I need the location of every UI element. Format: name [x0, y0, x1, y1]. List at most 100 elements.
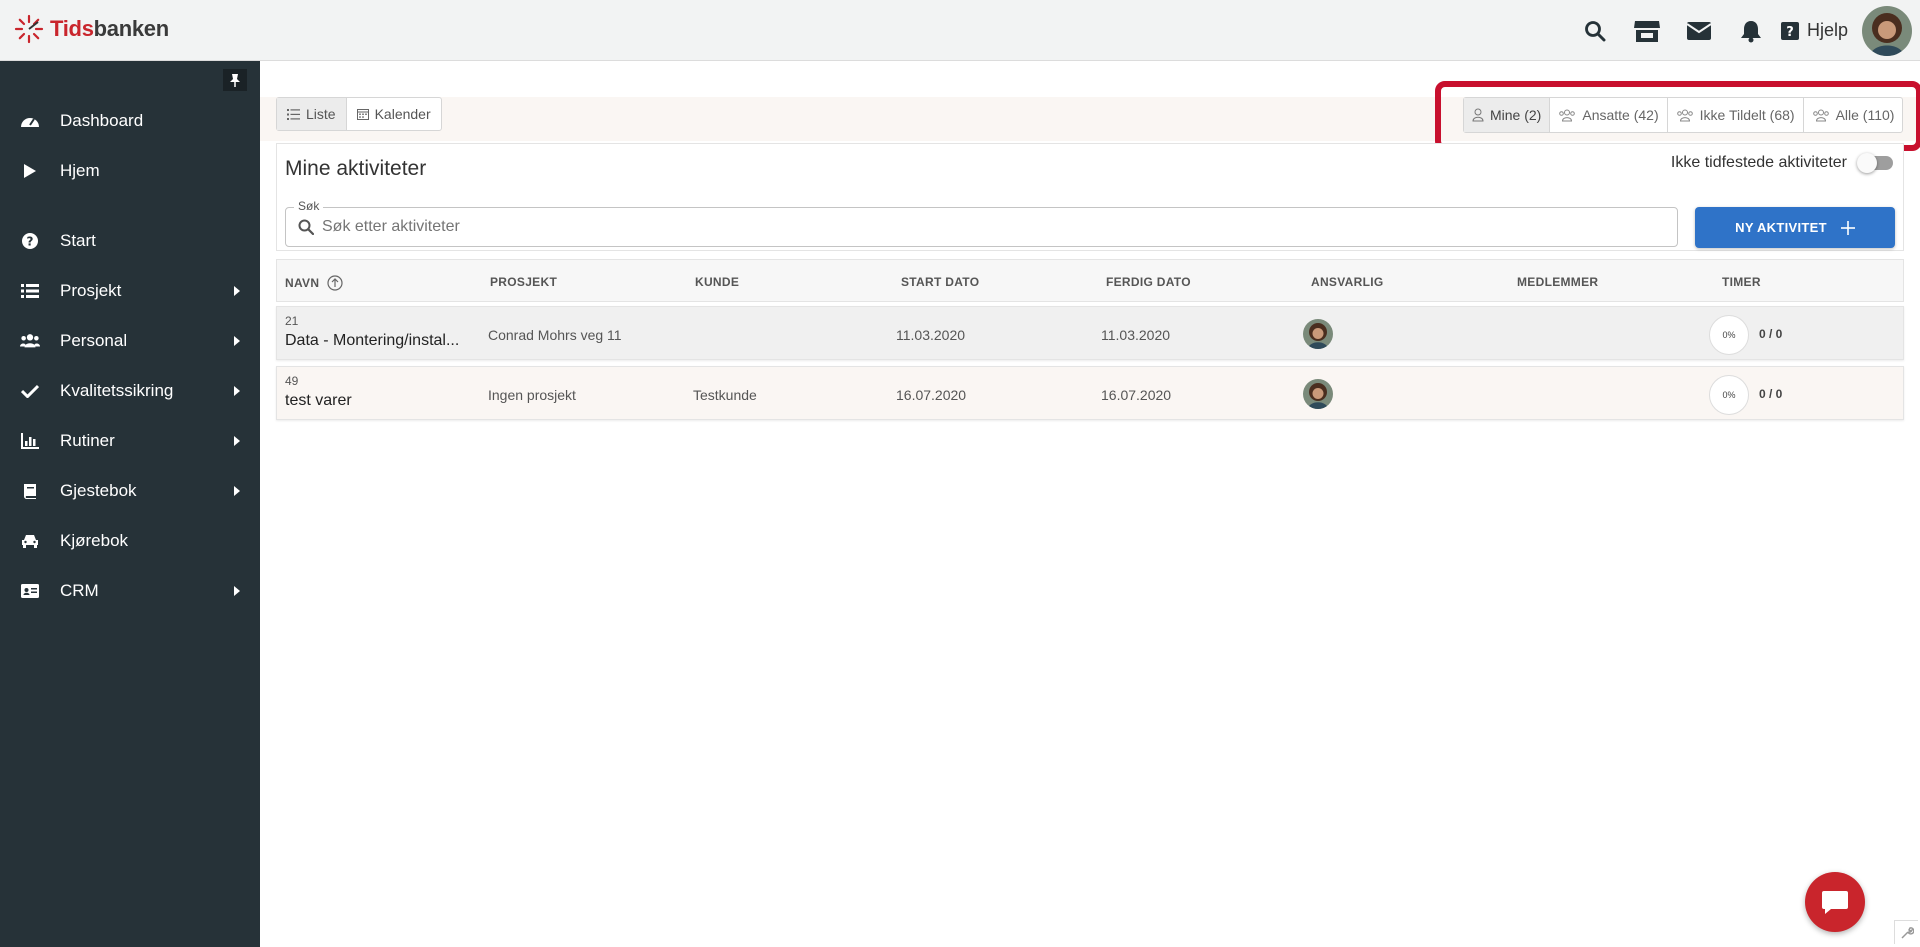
top-bar: Tidsbanken ? Hjelp: [0, 0, 1920, 61]
tidsbanken-logo[interactable]: Tidsbanken: [14, 14, 169, 44]
filter-ikke-tildelt-button[interactable]: Ikke Tildelt (68): [1666, 98, 1803, 132]
sidebar-item-prosjekt[interactable]: Prosjekt: [0, 266, 260, 316]
sidebar: Dashboard Hjem ? Start Prosjekt Personal…: [0, 61, 260, 947]
sidebar-item-kvalitetssikring[interactable]: Kvalitetssikring: [0, 366, 260, 416]
help-link[interactable]: ? Hjelp: [1780, 20, 1848, 41]
calendar-icon: [356, 109, 369, 120]
column-header-navn[interactable]: NAVN: [285, 275, 343, 291]
sidebar-item-crm[interactable]: CRM: [0, 566, 260, 616]
caret-right-icon: [234, 436, 240, 446]
responsible-avatar[interactable]: [1303, 319, 1333, 349]
logo-text: Tidsbanken: [50, 16, 169, 41]
users-outline-icon: [1676, 109, 1693, 121]
activities-card: Mine aktiviteter Ikke tidfestede aktivit…: [276, 143, 1904, 251]
user-avatar[interactable]: [1862, 5, 1912, 56]
users-outline-icon: [1812, 109, 1829, 121]
sidebar-item-kjorebok[interactable]: Kjørebok: [0, 516, 260, 566]
list-view-label: Liste: [306, 106, 336, 122]
sidebar-item-label: Gjestebok: [60, 481, 137, 500]
sidebar-item-label: Personal: [60, 331, 128, 350]
table-header: NAVN PROSJEKT KUNDE START DATO FERDIG DA…: [276, 259, 1904, 302]
pin-icon[interactable]: [223, 69, 247, 91]
filter-ansatte-button[interactable]: Ansatte (42): [1549, 98, 1666, 132]
filter-label: Ansatte (42): [1582, 107, 1659, 123]
caret-right-icon: [234, 286, 240, 296]
activity-filter-group: Mine (2) Ansatte (42) Ikke Tildelt (68) …: [1463, 97, 1904, 133]
calendar-view-button[interactable]: Kalender: [345, 98, 441, 130]
sidebar-item-start[interactable]: ? Start: [0, 216, 260, 266]
chat-bubble-icon: [1822, 891, 1848, 914]
sidebar-item-gjestebok[interactable]: Gjestebok: [0, 466, 260, 516]
id-card-icon: [20, 581, 40, 601]
caret-right-icon: [234, 586, 240, 596]
dashboard-icon: [20, 111, 40, 131]
responsible-avatar[interactable]: [1303, 379, 1333, 409]
filter-mine-button[interactable]: Mine (2): [1464, 98, 1550, 132]
list-icon: [20, 281, 40, 301]
search-field: Søk: [285, 199, 1678, 247]
logo-clock-icon: [14, 14, 44, 44]
column-header-ansvarlig[interactable]: ANSVARLIG: [1311, 275, 1383, 289]
search-input[interactable]: [322, 218, 1622, 236]
question-icon: ?: [20, 231, 40, 251]
unscheduled-switch[interactable]: [1857, 153, 1893, 173]
column-header-medlemmer[interactable]: MEDLEMMER: [1517, 275, 1598, 289]
mail-icon[interactable]: [1673, 0, 1725, 61]
svg-text:?: ?: [1786, 25, 1794, 40]
column-header-start-dato[interactable]: START DATO: [901, 275, 979, 289]
search-legend: Søk: [294, 199, 324, 213]
column-header-ferdig-dato[interactable]: FERDIG DATO: [1106, 275, 1191, 289]
hours-value: 0 / 0: [1759, 387, 1783, 401]
list-view-button[interactable]: Liste: [277, 98, 346, 130]
switch-knob: [1857, 153, 1877, 173]
help-label: Hjelp: [1806, 20, 1848, 40]
activity-name: Data - Montering/instal...: [285, 332, 460, 349]
sidebar-item-dashboard[interactable]: Dashboard: [0, 96, 260, 146]
sidebar-item-label: Kvalitetssikring: [60, 381, 174, 400]
new-activity-button[interactable]: NY AKTIVITET: [1695, 207, 1895, 248]
book-icon: [20, 481, 40, 501]
activity-number: 21: [285, 314, 299, 328]
filter-alle-button[interactable]: Alle (110): [1802, 98, 1903, 132]
sidebar-item-label: Hjem: [60, 161, 100, 180]
filter-label: Alle (110): [1835, 107, 1895, 123]
search-icon[interactable]: [1569, 0, 1621, 61]
column-header-kunde[interactable]: KUNDE: [695, 275, 739, 289]
caret-right-icon: [234, 336, 240, 346]
filter-label: Mine (2): [1490, 107, 1542, 123]
activity-customer: Testkunde: [693, 387, 757, 403]
view-toggle: Liste Kalender: [276, 97, 442, 131]
table-row[interactable]: 21 Data - Montering/instal... Conrad Moh…: [276, 306, 1904, 360]
page-title: Mine aktiviteter: [285, 157, 427, 180]
users-outline-icon: [1559, 109, 1576, 121]
user-outline-icon: [1472, 108, 1484, 122]
sidebar-item-hjem[interactable]: Hjem: [0, 146, 260, 196]
sidebar-item-rutiner[interactable]: Rutiner: [0, 416, 260, 466]
main-content: Liste Kalender Mine (2) Ansatte (42) Ikk…: [260, 61, 1920, 947]
hours-value: 0 / 0: [1759, 327, 1783, 341]
sort-up-icon[interactable]: [327, 275, 343, 291]
progress-circle: 0%: [1709, 375, 1749, 415]
activity-start-date: 16.07.2020: [896, 387, 967, 403]
svg-text:?: ?: [27, 235, 34, 249]
chat-launcher-button[interactable]: [1805, 872, 1865, 932]
column-header-prosjekt[interactable]: PROSJEKT: [490, 275, 557, 289]
activity-project: Conrad Mohrs veg 11: [488, 327, 622, 343]
store-icon[interactable]: [1621, 0, 1673, 61]
sidebar-item-personal[interactable]: Personal: [0, 316, 260, 366]
table-row[interactable]: 49 test varer Ingen prosjekt Testkunde 1…: [276, 366, 1904, 420]
activity-end-date: 16.07.2020: [1101, 387, 1172, 403]
search-icon: [298, 219, 314, 235]
play-icon: [20, 161, 40, 181]
activity-name: test varer: [285, 392, 352, 409]
wrench-icon[interactable]: [1894, 920, 1918, 944]
activity-start-date: 11.03.2020: [896, 327, 966, 343]
check-icon: [20, 381, 40, 401]
column-header-timer[interactable]: TIMER: [1722, 275, 1761, 289]
progress-circle: 0%: [1709, 315, 1749, 355]
caret-right-icon: [234, 386, 240, 396]
activity-project: Ingen prosjekt: [488, 387, 576, 403]
users-icon: [20, 331, 40, 351]
bell-icon[interactable]: [1725, 0, 1777, 61]
calendar-view-label: Kalender: [374, 106, 431, 122]
